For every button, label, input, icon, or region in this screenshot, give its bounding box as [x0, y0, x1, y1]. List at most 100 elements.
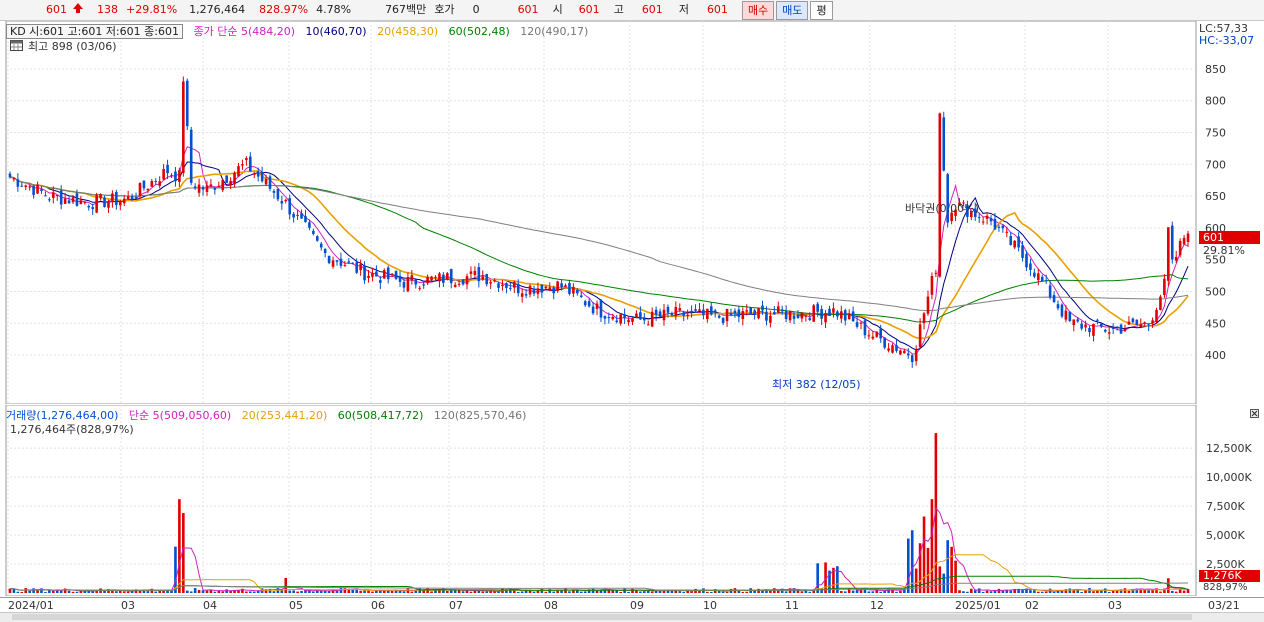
volume-subtitle: 1,276,464주(828,97%) — [10, 423, 134, 436]
volume-bar — [985, 590, 989, 593]
candle-body — [512, 281, 516, 288]
buy-button[interactable]: 매수 — [741, 0, 775, 20]
price-chart[interactable]: 850800750700650600550500450400 — [0, 21, 1264, 404]
volume-bar — [485, 591, 489, 593]
candle-body — [836, 311, 839, 317]
candle-body — [276, 188, 280, 200]
low-note: 최저 382 (12/05) — [772, 378, 861, 391]
volume-bar — [583, 591, 587, 593]
volume-bar — [938, 566, 942, 593]
candle-body — [422, 284, 425, 286]
close-pane-icon[interactable] — [1250, 408, 1259, 421]
candle-body — [769, 315, 772, 323]
x-axis-label: 07 — [449, 599, 463, 612]
volume-bar — [205, 590, 209, 593]
candle-body — [28, 186, 31, 188]
candle-body — [1167, 227, 1170, 281]
price-tick-label: 400 — [1205, 349, 1226, 362]
volume-bar — [611, 590, 615, 593]
candle-body — [347, 261, 351, 263]
candle-body — [426, 276, 429, 284]
candle-body — [154, 181, 158, 183]
volume-bar — [335, 590, 339, 593]
candle-body — [918, 324, 922, 348]
candle-body — [209, 184, 213, 187]
volume-bar — [174, 546, 177, 593]
candle-body — [698, 309, 701, 311]
candle-body — [55, 194, 59, 196]
candle-body — [8, 173, 12, 178]
candle-body — [560, 283, 563, 288]
candle-body — [690, 310, 693, 312]
vol-ma60-label: 60(508,417,72) — [337, 409, 424, 422]
current-price-tag: 601 — [1199, 231, 1260, 244]
x-axis-label: 12 — [870, 599, 884, 612]
calendar-icon[interactable] — [10, 39, 23, 54]
candle-body — [331, 260, 335, 267]
candle-body — [1044, 280, 1048, 282]
x-axis-label: 2025/01 — [955, 599, 1001, 612]
volume-bar — [118, 590, 122, 593]
candle-body — [1115, 326, 1119, 328]
candle-body — [1005, 231, 1009, 233]
candle-body — [418, 287, 422, 289]
candle-body — [48, 199, 51, 201]
candle-body — [469, 271, 473, 274]
candle-body — [595, 303, 599, 309]
candle-body — [99, 194, 102, 199]
candle-body — [221, 179, 225, 191]
volume-bar — [221, 591, 225, 593]
candle-body — [32, 185, 35, 195]
x-axis: 2024/01 03 04 05 06 07 08 09 10 11 12 2025/01 02 03 0… — [0, 597, 1264, 622]
candle-body — [1178, 240, 1182, 256]
volume-bar — [843, 591, 847, 593]
x-axis-label: 03 — [1108, 599, 1122, 612]
candle-body — [1155, 309, 1158, 323]
candle-body — [481, 276, 485, 280]
volume-bar — [16, 591, 20, 593]
candle-body — [256, 171, 260, 177]
candle-body — [1163, 278, 1166, 296]
candle-body — [509, 287, 512, 289]
volume-bar — [201, 590, 205, 593]
candle-body — [398, 275, 402, 282]
volume-bar — [540, 588, 544, 593]
price-pane[interactable]: 850 800 750 700 650 600 550 500 450 400 KD 시:601 … — [0, 21, 1264, 404]
candle-body — [863, 320, 867, 336]
price-legend: KD 시:601 고:601 저:601 종:601 종가 단순 5(484,2… — [6, 23, 595, 39]
volume-bar — [146, 591, 150, 593]
candle-body — [670, 313, 674, 316]
candle-body — [252, 173, 256, 175]
candle-body — [178, 170, 181, 182]
candle-body — [725, 308, 729, 322]
volume-bar — [800, 591, 804, 593]
volume-chart[interactable]: 12,500K10,000K7,500K5,000K2,500K — [0, 405, 1264, 596]
candle-body — [706, 308, 709, 320]
high-note: 최고 898 (03/06) — [28, 40, 117, 53]
volume-bar — [63, 588, 67, 593]
volume-tick-label: 7,500K — [1206, 500, 1245, 513]
candle-body — [1029, 263, 1032, 270]
candle-body — [1143, 322, 1146, 324]
candle-body — [182, 81, 185, 174]
volume-bar — [1084, 590, 1087, 593]
candle-body — [765, 311, 768, 321]
candle-body — [828, 308, 831, 316]
candle-body — [942, 117, 946, 171]
candle-body — [79, 200, 83, 205]
candle-body — [449, 269, 453, 284]
candle-body — [335, 260, 339, 262]
candle-body — [300, 213, 303, 219]
candle-body — [1103, 329, 1107, 332]
volume-bar — [607, 590, 611, 593]
scroll-thumb[interactable] — [12, 614, 1192, 620]
avg-button[interactable]: 평 — [810, 0, 833, 20]
sell-button[interactable]: 매도 — [776, 0, 809, 20]
volume-bar — [398, 590, 402, 593]
price-tick-label: 650 — [1205, 190, 1226, 203]
candle-body — [812, 305, 816, 322]
candle-body — [280, 200, 284, 204]
candle-body — [264, 179, 268, 185]
candle-body — [516, 283, 520, 294]
volume-pane[interactable]: 12,500K 10,000K 7,500K 5,000K 2,500K 거래량(1,2… — [0, 405, 1264, 596]
